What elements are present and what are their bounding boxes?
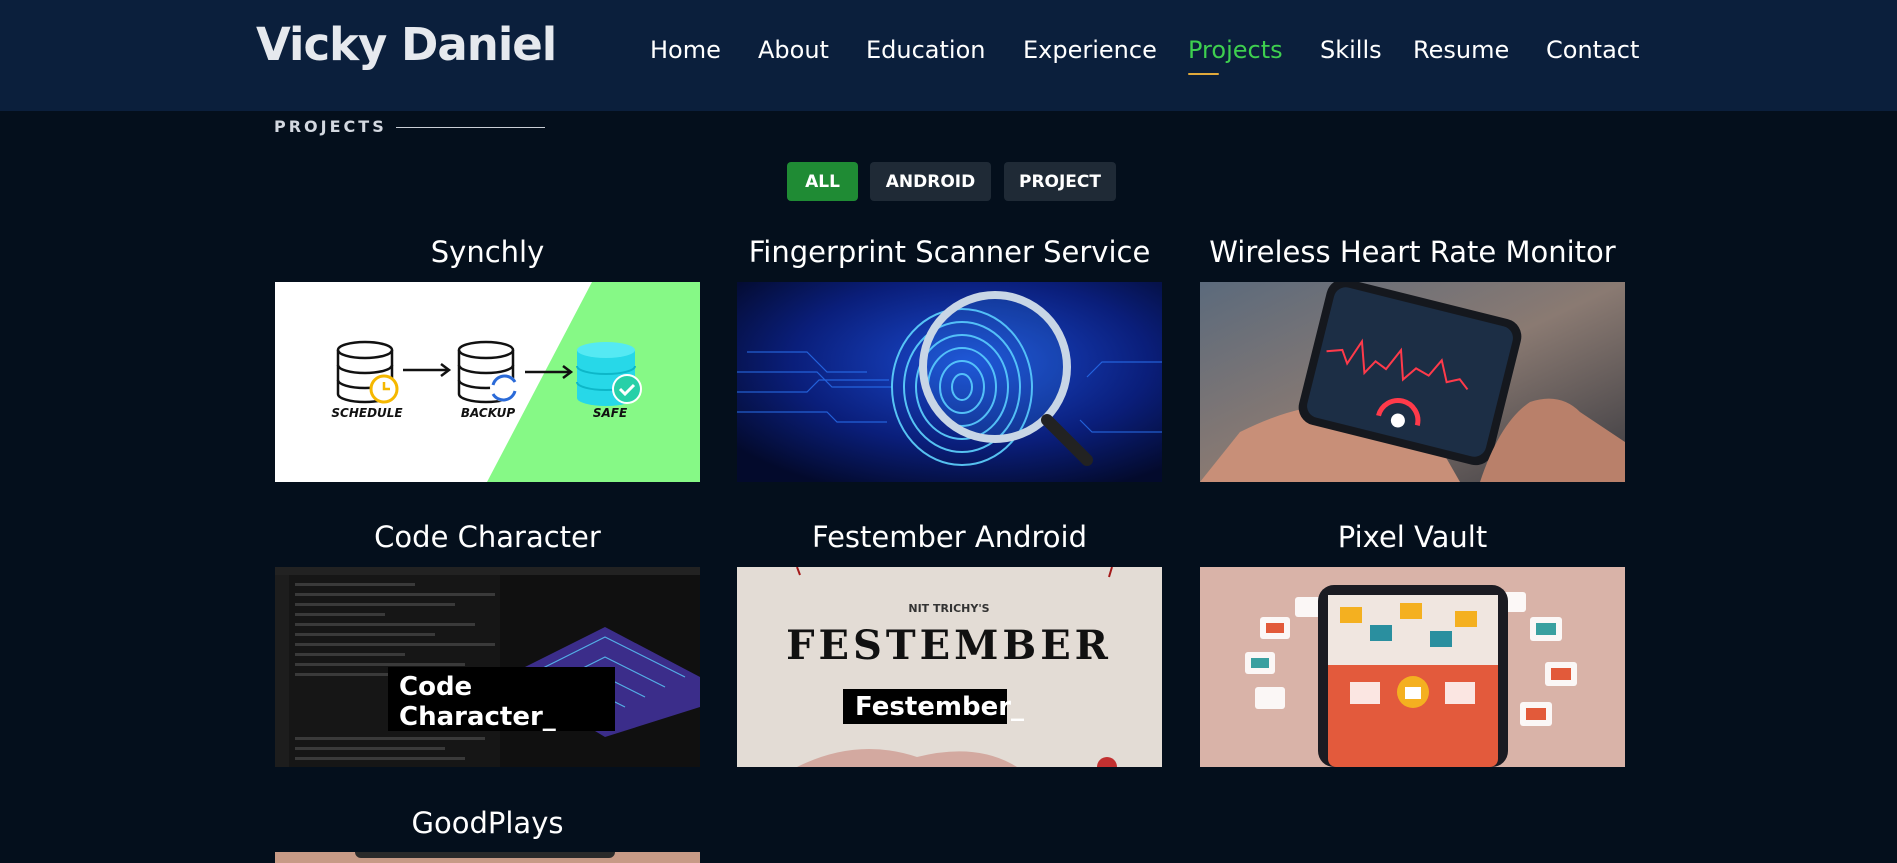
project-image-heart-rate[interactable] [1200, 282, 1625, 482]
filter-android-button[interactable]: ANDROID [870, 162, 991, 201]
project-title-heart-rate[interactable]: Wireless Heart Rate Monitor [1200, 235, 1625, 269]
svg-text:Code: Code [399, 672, 472, 702]
synchly-illustration: SCHEDULE BACKUP SAFE [275, 282, 700, 482]
nav-projects[interactable]: Projects [1188, 36, 1283, 64]
code-character-illustration: Code Character_ [275, 567, 700, 767]
site-header: Vicky Daniel Home About Education Experi… [0, 0, 1897, 111]
project-title-fingerprint[interactable]: Fingerprint Scanner Service [737, 235, 1162, 269]
project-title-festember[interactable]: Festember Android [737, 520, 1162, 554]
section-title-line [396, 127, 545, 128]
project-image-code-character[interactable]: Code Character_ [275, 567, 700, 767]
nav-experience[interactable]: Experience [1023, 36, 1157, 64]
project-image-synchly[interactable]: SCHEDULE BACKUP SAFE [275, 282, 700, 482]
heart-rate-illustration [1200, 282, 1625, 482]
nav-about[interactable]: About [758, 36, 829, 64]
nav-resume[interactable]: Resume [1413, 36, 1509, 64]
project-title-code-character[interactable]: Code Character [275, 520, 700, 554]
active-nav-indicator [1188, 73, 1219, 75]
svg-text:BACKUP: BACKUP [461, 406, 515, 420]
project-title-synchly[interactable]: Synchly [275, 235, 700, 269]
nav-home[interactable]: Home [650, 36, 721, 64]
project-image-goodplays[interactable] [275, 852, 700, 863]
pixel-vault-illustration [1200, 567, 1625, 767]
nav-contact[interactable]: Contact [1546, 36, 1639, 64]
project-title-goodplays[interactable]: GoodPlays [275, 806, 700, 840]
filter-project-button[interactable]: PROJECT [1004, 162, 1116, 201]
fingerprint-illustration [737, 282, 1162, 482]
festember-illustration: NIT TRICHY'S FESTEMBER Festember_ [737, 567, 1162, 767]
nav-education[interactable]: Education [866, 36, 985, 64]
project-image-pixel-vault[interactable] [1200, 567, 1625, 767]
site-logo[interactable]: Vicky Daniel [256, 18, 557, 71]
svg-text:FESTEMBER: FESTEMBER [786, 622, 1112, 669]
filter-all-button[interactable]: ALL [787, 162, 858, 201]
section-title: PROJECTS [274, 117, 387, 136]
svg-text:SCHEDULE: SCHEDULE [331, 406, 403, 420]
svg-text:NIT TRICHY'S: NIT TRICHY'S [908, 602, 989, 615]
project-title-pixel-vault[interactable]: Pixel Vault [1200, 520, 1625, 554]
nav-skills[interactable]: Skills [1320, 36, 1382, 64]
project-image-fingerprint[interactable] [737, 282, 1162, 482]
check-icon [612, 374, 642, 404]
svg-text:SAFE: SAFE [593, 406, 628, 420]
svg-text:Character_: Character_ [399, 702, 556, 732]
project-image-festember[interactable]: NIT TRICHY'S FESTEMBER Festember_ [737, 567, 1162, 767]
svg-text:Festember_: Festember_ [855, 692, 1024, 722]
goodplays-device-edge [355, 852, 615, 858]
